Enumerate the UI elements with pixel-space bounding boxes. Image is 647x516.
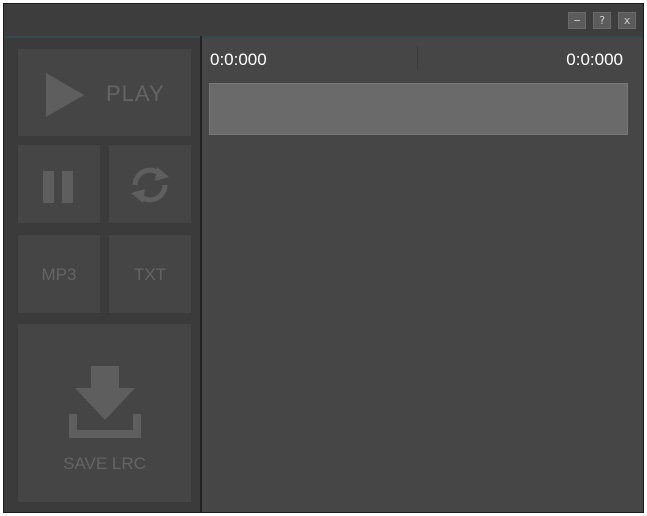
control-sidebar: PLAY MP3 TXT SAVE LRC: [4, 36, 200, 512]
play-icon: [46, 73, 84, 117]
mp3-label: MP3: [41, 265, 77, 284]
download-icon: [69, 366, 141, 438]
load-mp3-button[interactable]: MP3: [17, 234, 101, 314]
end-time-label: 0:0:000: [566, 50, 623, 69]
txt-label: TXT: [133, 265, 167, 284]
refresh-icon: [131, 167, 169, 203]
app-window: − ? x PLAY MP3 TXT SAVE LRC 0:0:000 0:0:…: [3, 3, 644, 513]
help-button[interactable]: ?: [593, 12, 611, 29]
timeline-midpoint-tick: [417, 46, 418, 70]
waveform-track[interactable]: [209, 83, 628, 135]
minimize-button[interactable]: −: [568, 12, 586, 29]
help-icon: ?: [598, 14, 606, 27]
close-icon: x: [623, 14, 631, 27]
close-button[interactable]: x: [618, 12, 636, 29]
save-lrc-label: SAVE LRC: [63, 454, 146, 473]
minimize-icon: −: [573, 14, 581, 27]
timeline-panel: 0:0:000 0:0:000: [202, 36, 643, 512]
play-label: PLAY: [106, 81, 165, 106]
load-txt-button[interactable]: TXT: [108, 234, 192, 314]
title-bar[interactable]: − ? x: [4, 4, 643, 36]
save-lrc-button[interactable]: SAVE LRC: [17, 323, 192, 503]
play-button[interactable]: PLAY: [17, 48, 192, 137]
pause-button[interactable]: [17, 144, 101, 224]
start-time-label: 0:0:000: [210, 50, 267, 69]
repeat-button[interactable]: [108, 144, 192, 224]
